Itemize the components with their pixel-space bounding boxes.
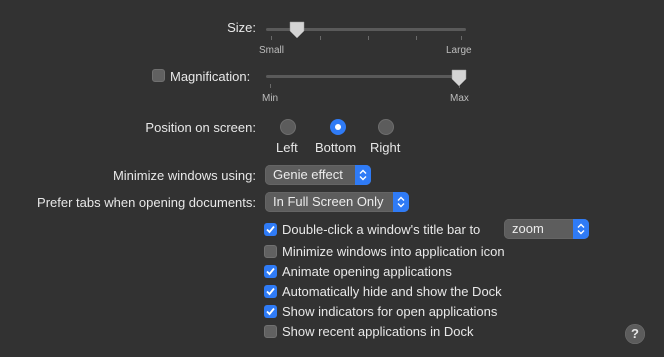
double-click-action-popup[interactable]: zoom xyxy=(504,219,589,239)
magnification-slider-thumb[interactable] xyxy=(450,68,468,88)
size-tick xyxy=(461,36,462,40)
checkmark-icon xyxy=(266,225,275,234)
show-indicators-checkbox[interactable] xyxy=(264,305,277,318)
popup-chevron-icon xyxy=(573,219,589,239)
help-button[interactable]: ? xyxy=(625,324,645,344)
position-label: Position on screen: xyxy=(145,120,256,135)
checkmark-icon xyxy=(266,287,275,296)
magnification-label: Magnification: xyxy=(170,69,251,84)
checkmark-icon xyxy=(266,307,275,316)
size-label: Size: xyxy=(227,20,256,35)
position-option-left[interactable]: Left xyxy=(276,140,298,155)
popup-chevron-icon xyxy=(355,165,371,185)
prefer-tabs-value: In Full Screen Only xyxy=(273,194,384,209)
minimize-into-icon-checkbox[interactable] xyxy=(264,245,277,258)
prefer-tabs-label: Prefer tabs when opening documents: xyxy=(37,195,256,210)
size-tick xyxy=(416,36,417,40)
checkmark-icon xyxy=(266,267,275,276)
size-tick xyxy=(320,36,321,40)
position-right-radio[interactable] xyxy=(378,119,394,135)
minimize-effect-popup[interactable]: Genie effect xyxy=(265,165,371,185)
prefer-tabs-popup[interactable]: In Full Screen Only xyxy=(265,192,409,212)
size-tick xyxy=(271,36,272,40)
minimize-label: Minimize windows using: xyxy=(112,168,256,183)
animate-opening-label: Animate opening applications xyxy=(282,264,452,279)
position-option-right[interactable]: Right xyxy=(370,140,400,155)
magnification-max-label: Max xyxy=(450,93,469,104)
show-recent-apps-checkbox[interactable] xyxy=(264,325,277,338)
position-left-radio[interactable] xyxy=(280,119,296,135)
magnification-tick xyxy=(270,84,271,88)
minimize-effect-value: Genie effect xyxy=(273,167,343,182)
popup-chevron-icon xyxy=(393,192,409,212)
show-indicators-label: Show indicators for open applications xyxy=(282,304,498,319)
double-click-label: Double-click a window's title bar to xyxy=(282,222,481,237)
magnification-checkbox[interactable] xyxy=(152,69,165,82)
show-recent-apps-label: Show recent applications in Dock xyxy=(282,324,474,339)
animate-opening-checkbox[interactable] xyxy=(264,265,277,278)
size-max-label: Large xyxy=(446,45,472,56)
position-option-bottom[interactable]: Bottom xyxy=(315,140,356,155)
size-slider-thumb[interactable] xyxy=(288,20,306,40)
minimize-into-icon-label: Minimize windows into application icon xyxy=(282,244,505,259)
magnification-min-label: Min xyxy=(262,93,279,104)
autohide-dock-checkbox[interactable] xyxy=(264,285,277,298)
position-bottom-radio[interactable] xyxy=(330,119,346,135)
double-click-action-value: zoom xyxy=(512,221,544,236)
size-tick xyxy=(368,36,369,40)
autohide-dock-label: Automatically hide and show the Dock xyxy=(282,284,502,299)
size-min-label: Small xyxy=(259,45,285,56)
magnification-slider-track[interactable] xyxy=(266,75,466,78)
double-click-checkbox[interactable] xyxy=(264,223,277,236)
